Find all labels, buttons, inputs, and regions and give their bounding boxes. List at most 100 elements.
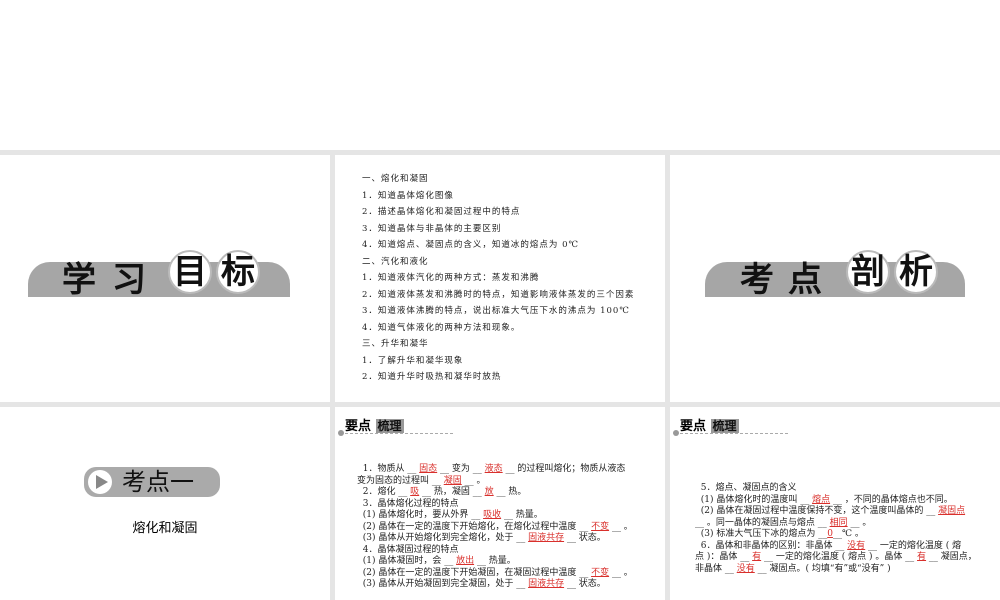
- title-char: 析: [894, 250, 938, 294]
- text: __ 热量。: [474, 556, 516, 566]
- objective-line: 2．描述晶体熔化和凝固过程中的特点: [362, 207, 521, 217]
- section-heading: 要点 梳理: [673, 415, 788, 436]
- answer: 凝固点: [938, 506, 966, 516]
- objective-line: 1．了解升华和凝华现象: [362, 355, 464, 366]
- objective-line: 二、汽化和液化: [362, 256, 429, 267]
- text-line: (1) 晶体凝固时，会 __ 放出 __ 热量。: [357, 556, 662, 568]
- answer: 放: [484, 487, 494, 497]
- text-line: 点 )：晶体 __ 有 __ 一定的熔化温度 ( 熔点 ) 。晶体 __ 有 _…: [695, 552, 995, 564]
- text: 3．晶体熔化过程的特点: [357, 498, 459, 509]
- play-icon: [88, 470, 112, 494]
- slide-topic-one[interactable]: 考点一 熔化和凝固: [0, 407, 330, 600]
- text-line: (1) 晶体熔化时，要从外界 __ 吸收 __ 热量。: [357, 510, 662, 522]
- text: __ 。同一晶体的凝固点与熔点 __: [695, 517, 830, 528]
- text: (2) 晶体在凝固过程中温度保持不变，这个温度叫晶体的 __: [695, 506, 939, 516]
- text: 非晶体 __: [695, 563, 737, 574]
- title-char: 习: [112, 260, 146, 300]
- text: __℃ 。: [832, 529, 864, 539]
- objective-line: 3．知道液体沸腾的特点，说出标准大气压下水的沸点为 100℃: [362, 306, 630, 316]
- text: __ 状态。: [564, 579, 606, 589]
- title-char: 标: [216, 250, 260, 294]
- answer: 不变: [591, 521, 610, 532]
- text: __ 。: [847, 517, 872, 528]
- text: __ 。: [609, 567, 633, 578]
- title-char: 剖: [846, 250, 890, 294]
- text: (1) 晶体熔化时的温度叫 __: [695, 494, 813, 505]
- answer: 固态: [419, 464, 438, 474]
- objective-line: 2．知道液体蒸发和沸腾时的特点，知道影响液体蒸发的三个因素: [362, 289, 635, 300]
- text: __ 一定的熔化温度 ( 熔: [865, 540, 962, 551]
- text: 5．熔点、凝固点的含义: [695, 483, 797, 493]
- answer: 吸: [410, 487, 420, 497]
- slide-learning-goals[interactable]: 学 习 目 标: [0, 155, 330, 402]
- title-char: 目: [168, 250, 212, 294]
- text: (1) 晶体熔化时，要从外界 __: [357, 510, 484, 520]
- text-line: (3) 晶体从开始熔化到完全熔化，处于 __ 固液共存 __ 状态。: [357, 533, 662, 545]
- answer: 熔点: [812, 494, 831, 505]
- text: __ 凝固点，: [926, 552, 977, 562]
- text: (3) 标准大气压下冰的熔点为 __: [695, 529, 828, 539]
- answer: 固液共存: [528, 533, 565, 543]
- answer: 固液共存: [528, 579, 565, 589]
- text: __ 。: [461, 475, 486, 486]
- text: __ ，不同的晶体熔点也不同。: [830, 494, 953, 505]
- title-char: 考: [740, 260, 774, 300]
- text-line: (2) 晶体在一定的温度下开始凝固，在凝固过程中温度 __ 不变 __ 。: [357, 568, 662, 580]
- objective-line: 1．知道液体汽化的两种方式：蒸发和沸腾: [362, 273, 540, 283]
- text: (3) 晶体从开始熔化到完全熔化，处于 __: [357, 533, 529, 543]
- objective-line: 4．知道熔点、凝固点的含义，知道冰的熔点为 0℃: [362, 240, 580, 250]
- text: 6．晶体和非晶体的区别：非晶体 __: [695, 540, 848, 551]
- answer: 放出: [456, 556, 475, 566]
- text-line: __ 。同一晶体的凝固点与熔点 __ 相同 __ 。: [695, 518, 995, 530]
- text-line: 2．熔化 __ 吸 __ 热，凝固 __ 放 __ 热。: [357, 487, 662, 499]
- answer: 凝固: [443, 475, 462, 486]
- title-char: 学: [62, 260, 96, 300]
- answer: 没有: [847, 540, 866, 551]
- topic-subtitle: 熔化和凝固: [132, 521, 198, 536]
- text: 变为固态的过程叫 __: [357, 475, 444, 486]
- text-line: 6．晶体和非晶体的区别：非晶体 __ 没有 __ 一定的熔化温度 ( 熔: [695, 541, 995, 553]
- text: (1) 晶体凝固时，会 __: [357, 556, 457, 566]
- answer: 有: [917, 552, 927, 562]
- text: __ 热，凝固 __: [419, 487, 485, 497]
- slide-objectives-list[interactable]: 一、熔化和凝固 1．知道晶体熔化图像 2．描述晶体熔化和凝固过程中的特点 3．知道晶体…: [335, 155, 665, 402]
- badge-label: 考点一: [122, 468, 194, 496]
- text-line: (2) 晶体在凝固过程中温度保持不变，这个温度叫晶体的 __ 凝固点: [695, 506, 995, 518]
- objective-line: 3．知道晶体与非晶体的主要区别: [362, 223, 502, 234]
- text: (2) 晶体在一定的温度下开始凝固，在凝固过程中温度 __: [357, 567, 592, 578]
- text: __ 。: [609, 521, 633, 532]
- objective-line: 三、升华和凝华: [362, 339, 429, 349]
- section-heading: 要点 梳理: [338, 415, 453, 436]
- slide-exam-analysis[interactable]: 考 点 剖 析: [670, 155, 1000, 402]
- text: __ 热量。: [501, 510, 543, 520]
- text: 4．晶体凝固过程的特点: [357, 544, 459, 555]
- topic-badge: 考点一: [84, 467, 220, 497]
- text-line: (1) 晶体熔化时的温度叫 __ 熔点 __ ，不同的晶体熔点也不同。: [695, 495, 995, 507]
- text: __ 变为 __: [437, 464, 485, 474]
- text: __ 凝固点。( 均填“有”或“没有” ): [754, 563, 891, 574]
- text-line: 5．熔点、凝固点的含义: [695, 483, 995, 495]
- text: __ 热。: [493, 487, 527, 497]
- objective-line: 2．知道升华时吸热和凝华时放热: [362, 372, 502, 382]
- slide-key-points-2[interactable]: 要点 梳理 5．熔点、凝固点的含义 (1) 晶体熔化时的温度叫 __ 熔点 __…: [670, 407, 1000, 600]
- answer: 吸收: [483, 510, 502, 520]
- answer: 有: [752, 552, 762, 562]
- text: __ 的过程叫熔化；物质从液态: [502, 464, 626, 474]
- text: 2．熔化 __: [357, 487, 411, 497]
- title-char: 点: [788, 260, 822, 300]
- text-line: 4．晶体凝固过程的特点: [357, 545, 662, 557]
- text: (3) 晶体从开始凝固到完全凝固，处于 __: [357, 579, 529, 589]
- text: 点 )：晶体 __: [695, 552, 753, 562]
- slide-key-points-1[interactable]: 要点 梳理 1．物质从 __ 固态 __ 变为 __ 液态 __ 的过程叫熔化；…: [335, 407, 665, 600]
- answer: 液态: [484, 464, 503, 474]
- objective-line: 1．知道晶体熔化图像: [362, 190, 454, 201]
- answer: 不变: [591, 567, 610, 578]
- text-line: (3) 晶体从开始凝固到完全凝固，处于 __ 固液共存 __ 状态。: [357, 579, 662, 591]
- text-line: (2) 晶体在一定的温度下开始熔化，在熔化过程中温度 __ 不变 __ 。: [357, 522, 662, 534]
- objective-line: 一、熔化和凝固: [362, 174, 429, 184]
- text-line: (3) 标准大气压下冰的熔点为 __0__℃ 。: [695, 529, 995, 541]
- text: (2) 晶体在一定的温度下开始熔化，在熔化过程中温度 __: [357, 521, 592, 532]
- text-line: 变为固态的过程叫 __ 凝固 __ 。: [357, 476, 662, 488]
- blank-header-area: [0, 0, 1000, 150]
- text: 1．物质从 __: [357, 464, 420, 474]
